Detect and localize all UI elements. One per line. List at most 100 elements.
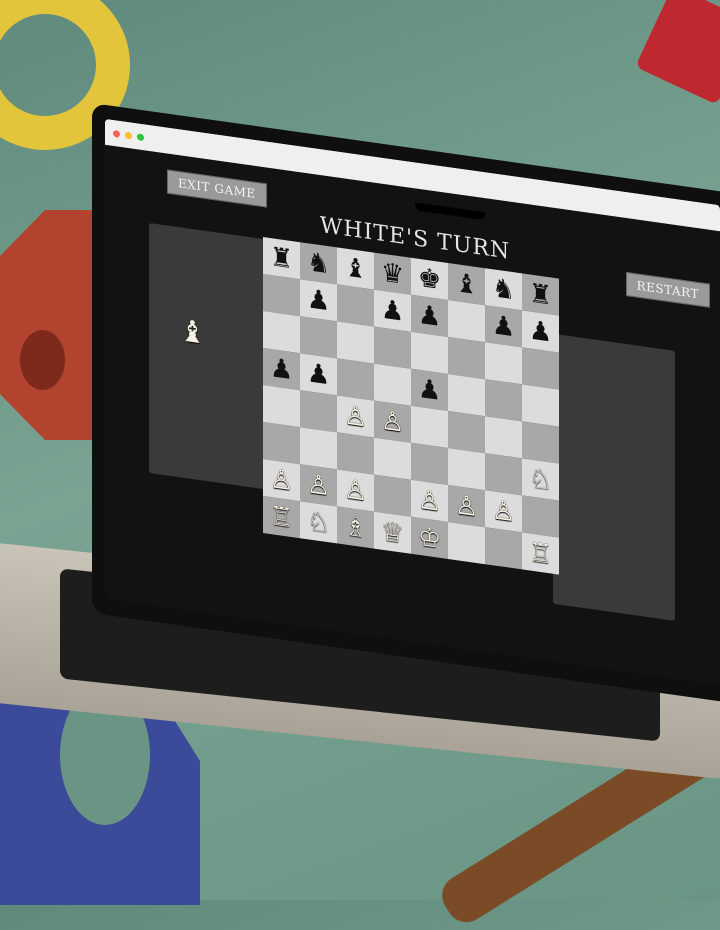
board-square[interactable]: ♜ — [263, 236, 300, 280]
chess-piece[interactable]: ♘ — [529, 463, 552, 496]
board-square[interactable] — [522, 347, 559, 390]
minimize-dot-icon[interactable] — [125, 131, 132, 140]
chess-piece[interactable]: ♟ — [307, 284, 330, 317]
chess-piece[interactable]: ♟ — [381, 294, 404, 327]
board-square[interactable] — [374, 363, 411, 406]
board-square[interactable]: ♝ — [448, 262, 485, 306]
chess-piece[interactable]: ♗ — [344, 511, 367, 544]
board-square[interactable]: ♕ — [374, 511, 411, 554]
board-square[interactable] — [522, 384, 559, 427]
board-square[interactable]: ♙ — [337, 469, 374, 512]
board-square[interactable]: ♘ — [300, 501, 337, 544]
board-square[interactable]: ♝ — [337, 247, 374, 290]
board-square[interactable]: ♗ — [337, 506, 374, 549]
chess-piece[interactable]: ♘ — [307, 506, 330, 539]
board-square[interactable]: ♙ — [263, 458, 300, 502]
board-square[interactable] — [411, 331, 448, 374]
board-square[interactable]: ♟ — [411, 294, 448, 337]
board-square[interactable] — [337, 358, 374, 401]
chess-piece[interactable]: ♛ — [381, 257, 404, 290]
chess-piece[interactable]: ♙ — [418, 484, 441, 517]
board-square[interactable]: ♜ — [522, 273, 559, 316]
board-square[interactable] — [448, 447, 485, 491]
board-square[interactable]: ♟ — [300, 279, 337, 322]
board-square[interactable] — [448, 373, 485, 417]
board-square[interactable] — [337, 284, 374, 327]
board-square[interactable] — [448, 410, 485, 454]
board-square[interactable]: ♞ — [485, 268, 522, 311]
chess-piece[interactable]: ♙ — [455, 489, 478, 522]
board-square[interactable] — [263, 421, 300, 465]
board-square[interactable]: ♟ — [374, 289, 411, 332]
chess-piece[interactable]: ♞ — [492, 273, 515, 306]
chess-piece[interactable]: ♜ — [270, 241, 293, 274]
board-square[interactable] — [263, 384, 300, 428]
chess-piece[interactable]: ♙ — [270, 463, 293, 496]
chess-piece[interactable]: ♟ — [529, 315, 552, 348]
board-square[interactable]: ♙ — [448, 484, 485, 528]
board-square[interactable] — [411, 442, 448, 485]
chess-piece[interactable]: ♞ — [307, 247, 330, 280]
chess-piece[interactable]: ♙ — [492, 495, 515, 528]
board-square[interactable]: ♟ — [411, 368, 448, 411]
board-square[interactable] — [411, 405, 448, 448]
board-square[interactable] — [337, 321, 374, 364]
board-square[interactable] — [448, 336, 485, 380]
board-square[interactable]: ♟ — [522, 310, 559, 353]
board-square[interactable]: ♟ — [300, 353, 337, 396]
chess-piece[interactable]: ♝ — [344, 252, 367, 285]
restart-button[interactable]: RESTART — [625, 271, 710, 308]
board-square[interactable]: ♟ — [485, 305, 522, 348]
board-square[interactable] — [374, 326, 411, 369]
board-square[interactable] — [448, 299, 485, 343]
board-square[interactable]: ♟ — [263, 347, 300, 391]
chess-piece[interactable]: ♟ — [270, 352, 293, 385]
chess-piece[interactable]: ♙ — [344, 400, 367, 433]
board-square[interactable] — [300, 427, 337, 470]
board-square[interactable]: ♔ — [411, 516, 448, 559]
board-square[interactable]: ♙ — [411, 479, 448, 522]
board-square[interactable]: ♛ — [374, 252, 411, 295]
board-square[interactable] — [300, 316, 337, 359]
chess-piece[interactable]: ♙ — [307, 469, 330, 502]
chess-piece[interactable]: ♜ — [529, 278, 552, 311]
board-square[interactable]: ♚ — [411, 257, 448, 300]
chess-piece[interactable]: ♟ — [418, 373, 441, 406]
board-square[interactable] — [522, 495, 559, 538]
board-square[interactable] — [522, 421, 559, 464]
chess-piece[interactable]: ♟ — [307, 358, 330, 391]
chess-piece[interactable]: ♕ — [381, 516, 404, 549]
board-square[interactable] — [485, 379, 522, 422]
maximize-dot-icon[interactable] — [137, 132, 144, 141]
board-square[interactable] — [448, 521, 485, 565]
board-square[interactable] — [337, 432, 374, 475]
board-square[interactable]: ♙ — [374, 400, 411, 443]
board-square[interactable]: ♙ — [300, 464, 337, 507]
chess-piece[interactable]: ♝ — [455, 267, 478, 300]
board-square[interactable]: ♖ — [522, 532, 559, 575]
board-square[interactable]: ♞ — [300, 242, 337, 285]
board-square[interactable] — [485, 453, 522, 496]
board-square[interactable] — [374, 437, 411, 480]
chess-piece[interactable]: ♟ — [492, 310, 515, 343]
chess-piece[interactable]: ♙ — [344, 474, 367, 507]
chess-piece[interactable]: ♖ — [529, 537, 552, 570]
board-square[interactable] — [263, 310, 300, 354]
board-square[interactable] — [485, 527, 522, 570]
board-square[interactable] — [485, 342, 522, 385]
board-square[interactable]: ♙ — [337, 395, 374, 438]
chess-piece[interactable]: ♖ — [270, 500, 293, 533]
board-square[interactable]: ♙ — [485, 490, 522, 533]
board-square[interactable] — [300, 390, 337, 433]
board-square[interactable] — [263, 273, 300, 317]
chess-piece[interactable]: ♙ — [381, 405, 404, 438]
board-square[interactable]: ♖ — [263, 495, 300, 539]
board-square[interactable] — [374, 474, 411, 517]
chess-piece[interactable]: ♟ — [418, 299, 441, 332]
close-dot-icon[interactable] — [113, 129, 120, 138]
chess-piece[interactable]: ♚ — [418, 262, 441, 295]
board-square[interactable] — [485, 416, 522, 459]
exit-game-button[interactable]: EXIT GAME — [167, 169, 267, 208]
chess-piece[interactable]: ♔ — [418, 521, 441, 554]
board-square[interactable]: ♘ — [522, 458, 559, 501]
